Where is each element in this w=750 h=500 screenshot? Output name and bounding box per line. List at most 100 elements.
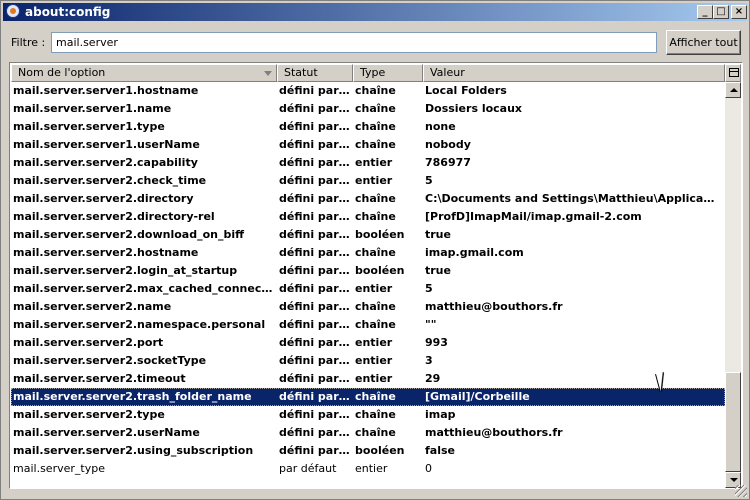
table-row[interactable]: mail.server.server2.name défini par l'...… xyxy=(11,298,725,316)
maximize-button[interactable]: □ xyxy=(713,5,729,19)
pref-status: défini par l'... xyxy=(279,408,351,421)
pref-status: défini par l'... xyxy=(279,264,351,277)
pref-type: chaîne xyxy=(355,210,396,223)
pref-status: défini par l'... xyxy=(279,300,351,313)
pref-name: mail.server.server2.namespace.personal xyxy=(13,318,266,331)
pref-type: chaîne xyxy=(355,192,396,205)
pref-name: mail.server.server2.port xyxy=(13,336,164,349)
pref-type: booléen xyxy=(355,228,405,241)
pref-value: 993 xyxy=(425,336,448,349)
pref-value: true xyxy=(425,264,451,277)
table-row[interactable]: mail.server.server2.capability défini par… xyxy=(11,154,725,172)
resize-grip[interactable] xyxy=(735,485,747,497)
close-button[interactable]: × xyxy=(731,5,747,19)
pref-type: chaîne xyxy=(355,408,396,421)
pref-value: none xyxy=(425,120,456,133)
pref-name: mail.server.server2.login_at_startup xyxy=(13,264,238,277)
table-row[interactable]: mail.server.server1.name défini par l'...… xyxy=(11,100,725,118)
table-row[interactable]: mail.server.server2.type défini par l'...… xyxy=(11,406,725,424)
pref-value: C:\Documents and Settings\Matthieu\Appli… xyxy=(425,192,719,205)
column-header-status[interactable]: Statut xyxy=(277,64,353,82)
tree-header: Nom de l'option Statut Type Valeur xyxy=(11,64,741,82)
pref-status: défini par l'... xyxy=(279,120,351,133)
pref-value: matthieu@bouthors.fr xyxy=(425,426,563,439)
sort-arrow-icon xyxy=(264,71,272,76)
pref-status: défini par l'... xyxy=(279,246,351,259)
table-row[interactable]: mail.server.server2.check_time défini par… xyxy=(11,172,725,190)
pref-name: mail.server.server1.type xyxy=(13,120,165,133)
filter-input[interactable] xyxy=(51,32,657,53)
pref-value: 3 xyxy=(425,354,433,367)
pref-name: mail.server.server2.using_subscription xyxy=(13,444,254,457)
table-row[interactable]: mail.server.server1.userName défini par l… xyxy=(11,136,725,154)
pref-status: défini par l'... xyxy=(279,390,351,403)
pref-value: [Gmail]/Corbeille xyxy=(425,390,530,403)
pref-value: 5 xyxy=(425,174,433,187)
table-row-selected[interactable]: mail.server.server2.trash_folder_name déf… xyxy=(11,388,725,406)
table-row[interactable]: mail.server.server2.directory-rel défini … xyxy=(11,208,725,226)
pref-name: mail.server.server2.check_time xyxy=(13,174,207,187)
pref-name: mail.server.server2.timeout xyxy=(13,372,186,385)
pref-value: 5 xyxy=(425,282,433,295)
column-header-type[interactable]: Type xyxy=(353,64,423,82)
about-config-window: about:config _ □ × Filtre : Afficher tou… xyxy=(0,0,750,500)
table-row[interactable]: mail.server.server2.directory défini par … xyxy=(11,190,725,208)
arrow-up-icon xyxy=(730,88,738,92)
preferences-tree: Nom de l'option Statut Type Valeur mail.… xyxy=(9,62,743,489)
column-picker-button[interactable] xyxy=(725,64,741,82)
pref-type: booléen xyxy=(355,444,405,457)
table-row[interactable]: mail.server.server2.hostname défini par l… xyxy=(11,244,725,262)
pref-value: Local Folders xyxy=(425,84,507,97)
pref-name: mail.server.server2.download_on_biff xyxy=(13,228,245,241)
pref-name: mail.server.server2.name xyxy=(13,300,172,313)
pref-type: entier xyxy=(355,282,393,295)
pref-value: Dossiers locaux xyxy=(425,102,523,115)
pref-status: défini par l'... xyxy=(279,336,351,349)
table-row[interactable]: mail.server.server2.download_on_biff défi… xyxy=(11,226,725,244)
table-row[interactable]: mail.server.server2.timeout défini par l'… xyxy=(11,370,725,388)
table-row[interactable]: mail.server.server2.socketType défini par… xyxy=(11,352,725,370)
window-title: about:config xyxy=(25,5,111,19)
table-row[interactable]: mail.server.server2.userName défini par l… xyxy=(11,424,725,442)
pref-type: chaîne xyxy=(355,120,396,133)
filter-label: Filtre : xyxy=(11,36,46,49)
table-row[interactable]: mail.server.server2.login_at_startup défi… xyxy=(11,262,725,280)
pref-name: mail.server.server2.userName xyxy=(13,426,200,439)
table-row[interactable]: mail.server.server2.port défini par l'...… xyxy=(11,334,725,352)
pref-value: nobody xyxy=(425,138,471,151)
vertical-scrollbar[interactable] xyxy=(725,82,741,488)
column-header-value[interactable]: Valeur xyxy=(423,64,725,82)
show-all-button[interactable]: Afficher tout xyxy=(666,30,741,55)
table-row[interactable]: mail.server.server2.using_subscription dé… xyxy=(11,442,725,460)
pref-type: chaîne xyxy=(355,426,396,439)
title-bar[interactable]: about:config _ □ × xyxy=(3,3,747,21)
pref-name: mail.server.server2.max_cached_connectio… xyxy=(13,282,275,295)
pref-type: entier xyxy=(355,336,393,349)
pref-type: entier xyxy=(355,372,393,385)
pref-value: false xyxy=(425,444,455,457)
pref-status: défini par l'... xyxy=(279,84,351,97)
pref-type: entier xyxy=(355,174,393,187)
pref-name: mail.server.server2.directory-rel xyxy=(13,210,215,223)
table-row[interactable]: mail.server.server2.namespace.personal dé… xyxy=(11,316,725,334)
table-row[interactable]: mail.server_type par défaut entier 0 xyxy=(11,460,725,478)
column-picker-icon xyxy=(729,68,739,77)
pref-type: chaîne xyxy=(355,390,396,403)
pref-value: 786977 xyxy=(425,156,471,169)
table-row[interactable]: mail.server.server2.max_cached_connectio… xyxy=(11,280,725,298)
pref-status: défini par l'... xyxy=(279,138,351,151)
table-row[interactable]: mail.server.server1.type défini par l'...… xyxy=(11,118,725,136)
pref-name: mail.server.server2.capability xyxy=(13,156,198,169)
pref-type: entier xyxy=(355,354,393,367)
pref-value: true xyxy=(425,228,451,241)
column-header-name[interactable]: Nom de l'option xyxy=(11,64,277,82)
scroll-up-button[interactable] xyxy=(725,82,741,98)
table-row[interactable]: mail.server.server1.hostname défini par l… xyxy=(11,82,725,100)
scroll-thumb[interactable] xyxy=(725,372,741,472)
minimize-icon: _ xyxy=(702,6,708,17)
pref-status: par défaut xyxy=(279,462,337,475)
minimize-button[interactable]: _ xyxy=(697,5,713,19)
column-header-value-label: Valeur xyxy=(430,66,465,79)
pref-type: chaîne xyxy=(355,318,396,331)
pref-type: booléen xyxy=(355,264,405,277)
